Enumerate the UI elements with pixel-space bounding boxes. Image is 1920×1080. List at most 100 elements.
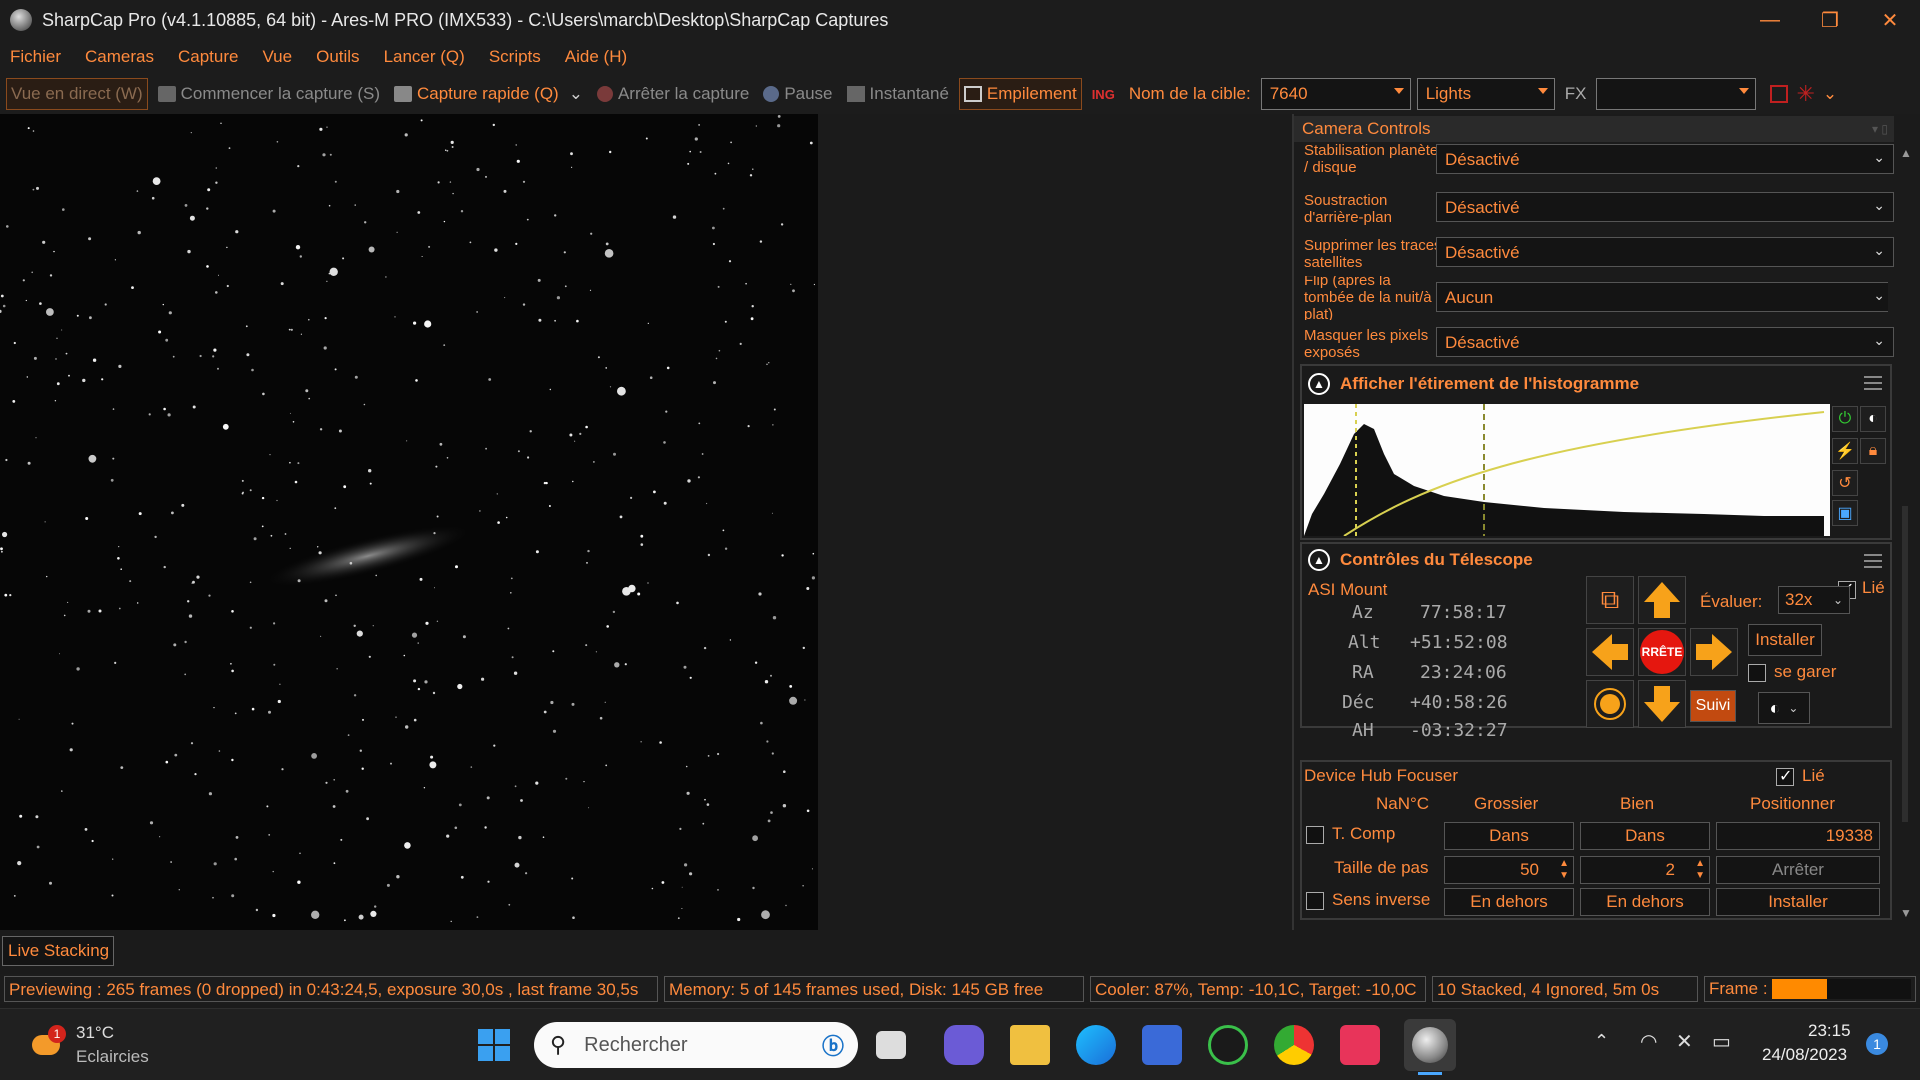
park-checkbox[interactable] (1748, 664, 1766, 682)
teams-icon[interactable] (944, 1025, 984, 1065)
stabilisation-select[interactable]: Désactivé ⌄ (1436, 144, 1894, 174)
live-view-button[interactable]: Vue en direct (W) (6, 78, 148, 110)
crosshair-icon[interactable]: ✳ (1796, 81, 1814, 107)
target-name-select[interactable]: 7640 (1260, 78, 1411, 110)
sharpcap-taskbar-button[interactable] (1404, 1019, 1456, 1075)
menu-lancer[interactable]: Lancer (Q) (384, 47, 465, 67)
menu-outils[interactable]: Outils (316, 47, 359, 67)
scroll-down-icon[interactable]: ▼ (1900, 906, 1912, 920)
contrast-icon[interactable]: ◐ (1860, 406, 1886, 432)
chevron-down-icon[interactable]: ⌄ (569, 84, 583, 104)
pause-button[interactable]: Pause (759, 78, 836, 110)
reverse-checkbox[interactable] (1306, 892, 1324, 910)
chevron-down-icon[interactable]: ⌄ (1823, 84, 1837, 104)
restore-button[interactable]: ❐ (1800, 0, 1860, 40)
goto-icon[interactable]: ⧉ (1586, 576, 1634, 624)
tcomp-checkbox[interactable] (1306, 826, 1324, 844)
store-icon[interactable] (1142, 1025, 1182, 1065)
power-icon[interactable]: ⏻ (1832, 406, 1858, 432)
background-subtraction-select[interactable]: Désactivé ⌄ (1436, 192, 1894, 222)
fine-step-stepper[interactable]: 2 ▲ ▼ (1580, 856, 1710, 884)
edge-icon[interactable] (1076, 1025, 1116, 1065)
menu-cameras[interactable]: Cameras (85, 47, 154, 67)
collapse-icon[interactable]: ▲ (1308, 549, 1330, 571)
stop-capture-button[interactable]: Arrêter la capture (593, 78, 753, 110)
search-box[interactable]: ⚲ Rechercher ⓑ (534, 1022, 858, 1068)
histogram-chart[interactable] (1304, 404, 1830, 536)
menu-icon[interactable] (1864, 554, 1882, 568)
phd-icon[interactable] (1208, 1025, 1248, 1065)
mask-pixels-select[interactable]: Désactivé ⌄ (1436, 327, 1894, 357)
file-explorer-icon[interactable] (1010, 1025, 1050, 1065)
minimize-button[interactable]: — (1740, 0, 1800, 40)
lock-icon[interactable]: 🔒︎ (1860, 438, 1886, 464)
coarse-in-button[interactable]: Dans (1444, 822, 1574, 850)
lightning-icon[interactable]: ⚡ (1832, 438, 1858, 464)
moon-select[interactable]: ◐ ⌄ (1758, 692, 1810, 724)
close-button[interactable]: ✕ (1860, 0, 1920, 40)
move-north-button[interactable] (1638, 576, 1686, 624)
task-view-icon[interactable] (876, 1031, 906, 1059)
coarse-out-button[interactable]: En dehors (1444, 888, 1574, 916)
quick-capture-button[interactable]: Capture rapide (Q) ⌄ (390, 78, 587, 110)
panel-scrollbar[interactable]: ▲ ▼ (1896, 146, 1916, 926)
image-viewer[interactable] (0, 114, 818, 930)
clock-date[interactable]: 24/08/2023 (1762, 1045, 1847, 1065)
menu-vue[interactable]: Vue (262, 47, 292, 67)
chevron-up-icon[interactable]: ⌃ (1594, 1031, 1609, 1052)
focuser-stop-button[interactable]: Arrêter (1716, 856, 1880, 884)
chrome-icon[interactable] (1274, 1025, 1314, 1065)
move-east-button[interactable] (1690, 628, 1738, 676)
center-button[interactable] (1586, 680, 1634, 728)
coarse-step-stepper[interactable]: 50 ▲ ▼ (1444, 856, 1574, 884)
scroll-up-icon[interactable]: ▲ (1900, 146, 1912, 160)
collapse-icon[interactable]: ▲ (1308, 373, 1330, 395)
clock-time[interactable]: 23:15 (1808, 1021, 1851, 1041)
live-stacking-tab[interactable]: Live Stacking (2, 936, 114, 966)
focuser-install-button[interactable]: Installer (1716, 888, 1880, 916)
stacking-button[interactable]: Empilement (958, 78, 1082, 110)
move-south-button[interactable] (1638, 680, 1686, 728)
flip-select[interactable]: Aucun ⌄ (1436, 282, 1888, 312)
star (235, 836, 239, 839)
stop-mount-button[interactable]: RRÊTE (1638, 628, 1686, 676)
frame-icon[interactable] (1770, 85, 1789, 103)
histogram-header[interactable]: ▲ Afficher l'étirement de l'histogramme (1302, 366, 1890, 402)
wifi-icon[interactable]: ◠ (1640, 1029, 1657, 1054)
mount-install-button[interactable]: Installer (1748, 624, 1822, 656)
notification-badge[interactable]: 1 (1866, 1033, 1888, 1055)
menu-scripts[interactable]: Scripts (489, 47, 541, 67)
menu-capture[interactable]: Capture (178, 47, 238, 67)
pin-icon[interactable]: ▾ ▯ (1872, 122, 1888, 136)
reset-icon[interactable]: ↺ (1832, 470, 1858, 496)
star (173, 643, 177, 647)
stepper-arrows-icon[interactable]: ▲ ▼ (1559, 858, 1569, 882)
weather-icon[interactable]: 1 (26, 1025, 66, 1065)
frame-type-select[interactable]: Lights (1416, 78, 1555, 110)
menu-aide[interactable]: Aide (H) (565, 47, 627, 67)
tracking-button[interactable]: Suivi (1690, 690, 1736, 722)
battery-icon[interactable]: ▭ (1712, 1029, 1731, 1054)
move-west-button[interactable] (1586, 628, 1634, 676)
stepper-arrows-icon[interactable]: ▲ ▼ (1695, 858, 1705, 882)
telescope-header[interactable]: ▲ Contrôles du Télescope (1302, 544, 1890, 576)
scroll-thumb[interactable] (1902, 506, 1908, 822)
fx-select[interactable] (1596, 78, 1757, 110)
snapshot-button[interactable]: Instantané (843, 78, 953, 110)
position-input[interactable]: 19338 (1716, 822, 1880, 850)
astro-app-icon[interactable] (1340, 1025, 1380, 1065)
start-icon[interactable] (474, 1025, 514, 1065)
menu-fichier[interactable]: Fichier (10, 47, 61, 67)
fine-out-button[interactable]: En dehors (1580, 888, 1710, 916)
menu-icon[interactable] (1864, 376, 1882, 390)
save-icon[interactable]: ▣ (1832, 500, 1858, 526)
start-capture-button[interactable]: Commencer la capture (S) (154, 78, 384, 110)
rate-select[interactable]: 32x ⌄ (1778, 586, 1850, 614)
focuser-linked-checkbox[interactable] (1776, 766, 1794, 786)
fine-in-button[interactable]: Dans (1580, 822, 1710, 850)
ing-icon[interactable]: ING (1088, 78, 1119, 110)
star (394, 316, 396, 318)
satellite-trails-select[interactable]: Désactivé ⌄ (1436, 237, 1894, 267)
star (222, 423, 229, 430)
volume-muted-icon[interactable]: ✕ (1676, 1029, 1693, 1054)
